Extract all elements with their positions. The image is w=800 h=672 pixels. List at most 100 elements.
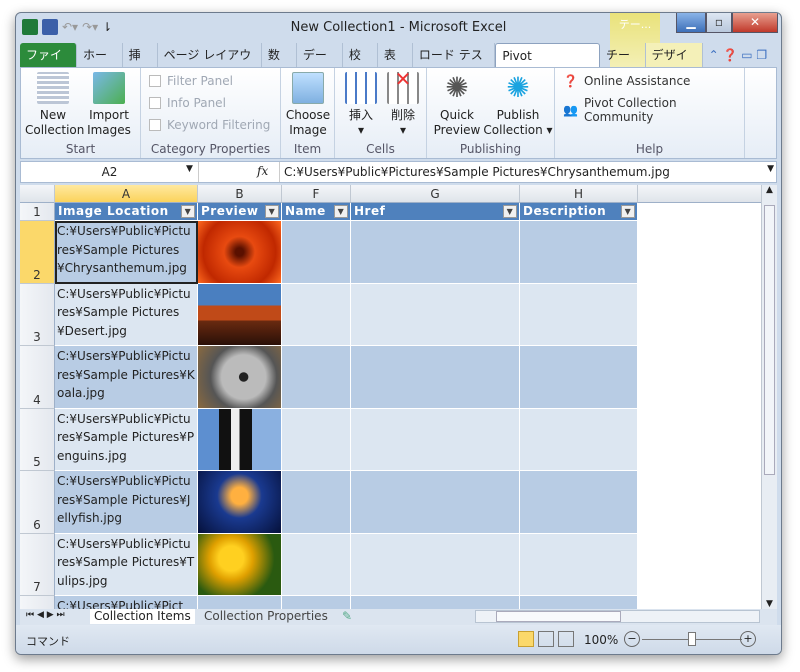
preview-image-desert[interactable] [198,283,282,346]
tab-design[interactable]: デザイン [645,43,703,86]
row-header[interactable]: 1 [20,203,55,221]
table-cell[interactable] [520,408,638,471]
preview-cell[interactable] [198,596,282,609]
community-button[interactable]: 👥 Pivot Collection Community [563,96,744,124]
preview-image-jellyfish[interactable] [198,471,282,534]
table-cell[interactable] [351,221,520,284]
column-header-h[interactable]: H [520,185,638,203]
vertical-scrollbar[interactable]: ▲ ▼ [761,185,777,609]
normal-view-icon[interactable] [518,631,534,647]
row-header[interactable]: 2 [20,221,55,284]
tab-load-test[interactable]: ロード テスト [413,43,496,86]
tab-pivot-collections[interactable]: Pivot Collections [495,43,600,87]
row-header[interactable]: 5 [20,408,55,471]
new-collection-button[interactable]: New Collection [25,72,84,138]
page-break-view-icon[interactable] [558,631,574,647]
table-cell[interactable] [351,596,520,609]
image-location-cell[interactable]: C:¥Users¥Public¥Pictures¥Sample Pictures… [55,221,198,284]
table-cell[interactable] [351,346,520,409]
name-box-dropdown-icon[interactable]: ▼ [186,164,193,174]
insert-cells-button[interactable]: 挿入 ▾ [341,72,381,138]
zoom-out-button[interactable]: − [624,631,640,647]
table-cell[interactable] [520,471,638,534]
horizontal-scrollbar[interactable] [475,610,760,623]
row-header[interactable]: 7 [20,533,55,596]
filter-dropdown-icon[interactable]: ▼ [334,205,348,218]
table-cell[interactable] [351,533,520,596]
table-cell[interactable] [520,596,638,609]
table-cell[interactable] [351,408,520,471]
filter-panel-checkbox[interactable]: Filter Panel [149,74,233,88]
help-icon[interactable]: ⌃ ❓ ▭ ❐ ✕ [703,43,781,86]
tab-review[interactable]: 校閲 [343,43,378,86]
tab-team[interactable]: チーム [600,43,646,86]
table-cell[interactable] [282,221,351,284]
formula-input[interactable]: C:¥Users¥Public¥Pictures¥Sample Pictures… [279,162,759,182]
row-header[interactable] [20,596,55,609]
minimize-button[interactable]: ▁ [676,13,706,33]
image-location-cell[interactable]: C:¥Users¥Public¥Pictures¥Sample Pictures… [55,283,198,346]
table-cell[interactable] [282,471,351,534]
online-assistance-button[interactable]: ❓ Online Assistance [563,74,690,88]
preview-image-tulips[interactable] [198,533,282,596]
column-header-b[interactable]: B [198,185,282,203]
image-location-cell[interactable]: C:¥Users¥Public¥Pictures¥Sample Pictures… [55,471,198,534]
insert-function-icon[interactable]: fx [257,164,268,178]
keyword-filtering-checkbox[interactable]: Keyword Filtering [149,118,270,132]
select-all-corner[interactable] [20,185,55,203]
tab-home[interactable]: ホーム [77,43,123,86]
sheet-tab-collection-items[interactable]: Collection Items [90,609,195,624]
image-location-cell[interactable]: C:¥Users¥Public¥Pictures¥Sample Pictures… [55,408,198,471]
table-cell[interactable] [282,408,351,471]
row-header[interactable]: 4 [20,346,55,409]
tab-formulas[interactable]: 数式 [262,43,297,86]
maximize-button[interactable]: ▫ [706,13,732,33]
filter-dropdown-icon[interactable]: ▼ [503,205,517,218]
zoom-slider-thumb[interactable] [688,632,696,646]
info-panel-checkbox[interactable]: Info Panel [149,96,226,110]
close-button[interactable]: ✕ [732,13,778,33]
table-cell[interactable] [351,283,520,346]
tab-file[interactable]: ファイル [20,43,77,86]
new-sheet-icon[interactable]: ✎ [342,609,352,623]
quick-preview-button[interactable]: ✺ Quick Preview [431,72,483,138]
filter-dropdown-icon[interactable]: ▼ [265,205,279,218]
preview-image-penguins[interactable] [198,408,282,471]
h-scroll-thumb[interactable] [496,611,621,622]
filter-dropdown-icon[interactable]: ▼ [621,205,635,218]
row-header[interactable]: 6 [20,471,55,534]
table-cell[interactable] [520,346,638,409]
tab-data[interactable]: データ [297,43,343,86]
image-location-cell[interactable]: C:¥Users¥Public¥Pict [55,596,198,609]
expand-formula-icon[interactable]: ▼ [767,164,774,174]
table-cell[interactable] [282,283,351,346]
table-cell[interactable] [282,533,351,596]
delete-cells-button[interactable]: ✕ 削除 ▾ [383,69,423,138]
zoom-in-button[interactable]: + [740,631,756,647]
tab-insert[interactable]: 挿入 [123,43,158,86]
publish-collection-button[interactable]: ✺ Publish Collection ▾ [483,72,553,138]
table-cell[interactable] [351,471,520,534]
table-cell[interactable] [282,596,351,609]
tab-page-layout[interactable]: ページ レイアウト [158,43,262,86]
column-header-a[interactable]: A [55,185,198,203]
row-header[interactable]: 3 [20,283,55,346]
choose-image-button[interactable]: Choose Image [283,72,333,138]
table-cell[interactable] [520,533,638,596]
tab-view[interactable]: 表示 [378,43,413,86]
preview-image-chrysanthemum[interactable] [198,221,282,284]
table-cell[interactable] [520,221,638,284]
table-cell[interactable] [282,346,351,409]
table-cell[interactable] [520,283,638,346]
column-header-g[interactable]: G [351,185,520,203]
image-location-cell[interactable]: C:¥Users¥Public¥Pictures¥Sample Pictures… [55,346,198,409]
filter-dropdown-icon[interactable]: ▼ [181,205,195,218]
zoom-level[interactable]: 100% [584,633,618,647]
page-layout-view-icon[interactable] [538,631,554,647]
column-header-f[interactable]: F [282,185,351,203]
preview-image-koala[interactable] [198,346,282,409]
image-location-cell[interactable]: C:¥Users¥Public¥Pictures¥Sample Pictures… [55,533,198,596]
sheet-tab-collection-properties[interactable]: Collection Properties [200,609,332,624]
sheet-nav-icons[interactable]: ⏮ ◀ ▶ ⏭ [26,610,65,620]
scroll-thumb[interactable] [764,205,775,475]
